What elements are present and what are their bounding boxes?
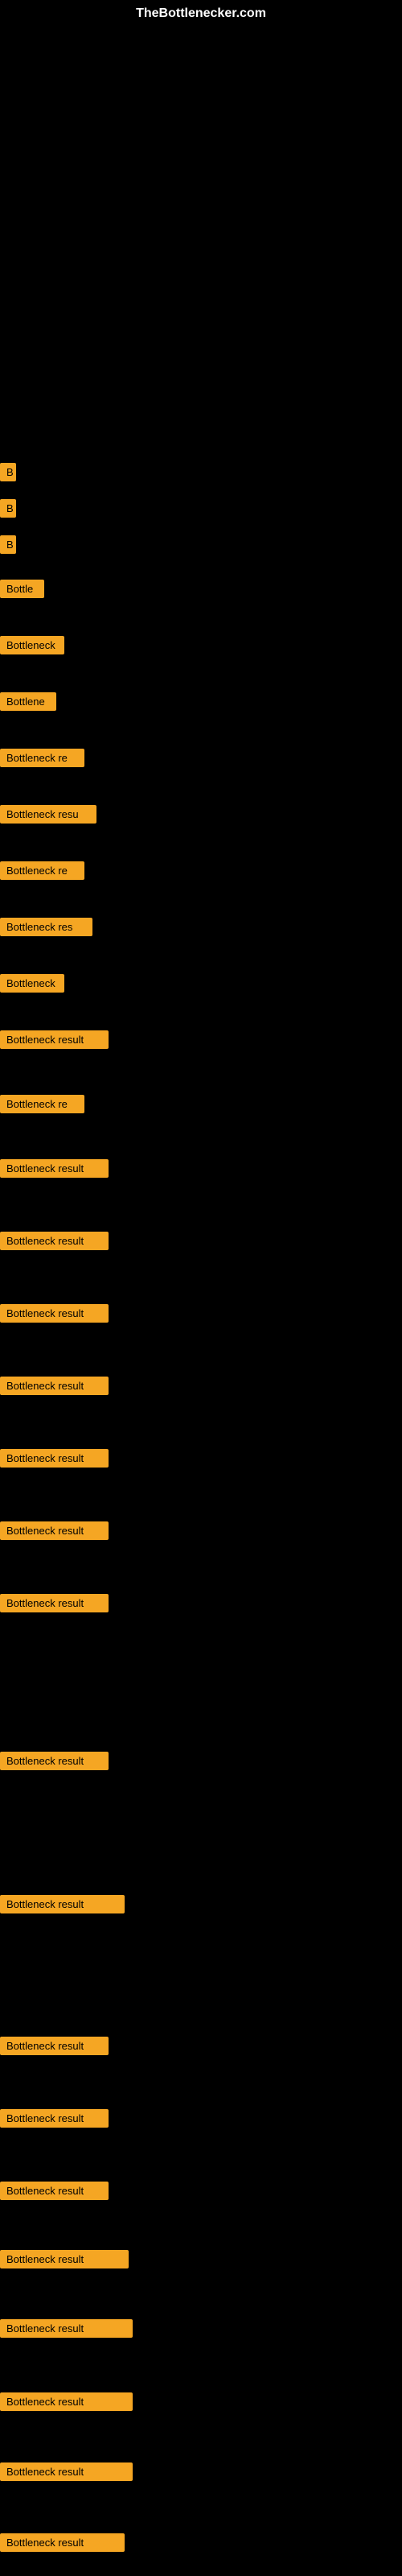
bottleneck-result-item[interactable]: Bottleneck result <box>0 2182 109 2200</box>
bottleneck-result-item[interactable]: B <box>0 535 16 554</box>
bottleneck-result-item[interactable]: Bottleneck <box>0 636 64 654</box>
bottleneck-result-item[interactable]: Bottleneck result <box>0 1377 109 1395</box>
bottleneck-result-item[interactable]: Bottlene <box>0 692 56 711</box>
bottleneck-result-item[interactable]: Bottleneck result <box>0 2109 109 2128</box>
bottleneck-result-item[interactable]: Bottleneck result <box>0 2392 133 2411</box>
bottleneck-result-item[interactable]: Bottleneck result <box>0 2533 125 2552</box>
bottleneck-result-item[interactable]: B <box>0 463 16 481</box>
bottleneck-result-item[interactable]: Bottleneck result <box>0 1030 109 1049</box>
bottleneck-result-item[interactable]: Bottleneck result <box>0 2462 133 2481</box>
bottleneck-result-item[interactable]: Bottleneck result <box>0 1304 109 1323</box>
bottleneck-result-item[interactable]: Bottleneck result <box>0 1232 109 1250</box>
bottleneck-result-item[interactable]: Bottleneck re <box>0 1095 84 1113</box>
bottleneck-result-item[interactable]: Bottleneck <box>0 974 64 993</box>
bottleneck-result-item[interactable]: Bottleneck re <box>0 861 84 880</box>
bottleneck-result-item[interactable]: Bottleneck result <box>0 2319 133 2338</box>
bottleneck-result-item[interactable]: Bottleneck result <box>0 2250 129 2268</box>
bottleneck-result-item[interactable]: Bottleneck result <box>0 2037 109 2055</box>
bottleneck-result-item[interactable]: Bottleneck result <box>0 1159 109 1178</box>
site-title: TheBottlenecker.com <box>136 6 266 21</box>
bottleneck-result-item[interactable]: Bottleneck result <box>0 1449 109 1468</box>
bottleneck-result-item[interactable]: Bottleneck result <box>0 1752 109 1770</box>
bottleneck-result-item[interactable]: Bottleneck result <box>0 1594 109 1612</box>
bottleneck-result-item[interactable]: Bottleneck result <box>0 1895 125 1913</box>
bottleneck-result-item[interactable]: Bottleneck result <box>0 1521 109 1540</box>
bottleneck-result-item[interactable]: Bottleneck re <box>0 749 84 767</box>
bottleneck-result-item[interactable]: Bottleneck res <box>0 918 92 936</box>
bottleneck-result-item[interactable]: Bottleneck resu <box>0 805 96 824</box>
bottleneck-result-item[interactable]: B <box>0 499 16 518</box>
bottleneck-result-item[interactable]: Bottle <box>0 580 44 598</box>
